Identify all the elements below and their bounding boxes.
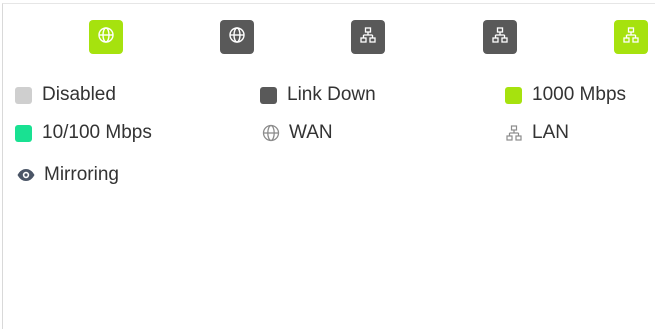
- port-3[interactable]: [351, 20, 385, 54]
- legend-mirroring: Mirroring: [15, 164, 119, 186]
- legend-link-down-label: Link Down: [287, 84, 376, 105]
- gigabit-swatch: [505, 86, 522, 104]
- port-4[interactable]: [483, 20, 517, 54]
- legend-lan: LAN: [503, 122, 569, 144]
- network-icon: [621, 25, 641, 50]
- globe-icon: [227, 25, 247, 50]
- fast-swatch: [15, 124, 32, 142]
- legend-gigabit-label: 1000 Mbps: [532, 84, 627, 105]
- network-icon: [358, 25, 378, 50]
- legend-mirroring-label: Mirroring: [44, 164, 119, 185]
- legend-fast: 10/100 Mbps: [15, 122, 152, 144]
- port-status-panel: Disabled Link Down 1000 Mbps 10/100 Mbps…: [2, 3, 655, 329]
- port-2[interactable]: [220, 20, 254, 54]
- globe-icon: [260, 122, 282, 144]
- legend-fast-label: 10/100 Mbps: [42, 122, 152, 143]
- legend-wan-label: WAN: [289, 122, 333, 143]
- globe-icon: [96, 25, 116, 50]
- port-1[interactable]: [89, 20, 123, 54]
- port-5[interactable]: [614, 20, 648, 54]
- link-down-swatch: [260, 86, 277, 104]
- legend-disabled-label: Disabled: [42, 84, 116, 105]
- legend-disabled: Disabled: [15, 84, 116, 106]
- legend-link-down: Link Down: [260, 84, 376, 106]
- legend-lan-label: LAN: [532, 122, 569, 143]
- legend-wan: WAN: [260, 122, 333, 144]
- network-icon: [503, 122, 525, 144]
- disabled-swatch: [15, 86, 32, 104]
- legend-gigabit: 1000 Mbps: [505, 84, 626, 106]
- network-icon: [490, 25, 510, 50]
- eye-icon: [15, 164, 37, 186]
